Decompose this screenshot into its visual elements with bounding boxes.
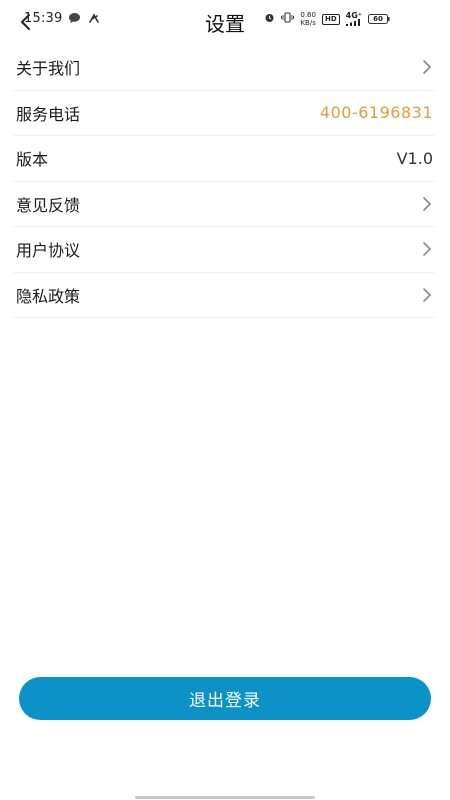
back-arrow-icon: [21, 14, 30, 30]
settings-item-label: 意见反馈: [16, 195, 81, 215]
network-type: 4G⁺: [345, 11, 362, 20]
settings-item-label: 隐私政策: [16, 286, 81, 306]
hd-badge: HD: [321, 13, 340, 25]
vibrate-icon: [281, 12, 295, 26]
chevron-right-icon: [423, 287, 431, 302]
chevron-right-icon: [423, 196, 431, 211]
logout-button[interactable]: 退出登录: [19, 677, 431, 720]
settings-item-privacy-policy[interactable]: 隐私政策: [13, 273, 435, 318]
net-speed: 0.60 KB/s: [300, 11, 316, 27]
settings-item-label: 版本: [16, 150, 49, 170]
battery-icon: 60: [368, 14, 390, 24]
signal-group: 4G⁺: [345, 11, 362, 26]
settings-item-label: 用户协议: [16, 241, 81, 261]
settings-item-about-us[interactable]: 关于我们: [13, 45, 435, 91]
back-button[interactable]: [14, 10, 38, 34]
net-speed-value: 0.60: [300, 11, 316, 19]
version-value: V1.0: [396, 148, 433, 168]
settings-item-service-phone[interactable]: 服务电话 400-6196831: [13, 91, 435, 136]
status-bar: 15:39 0.60 KB/s HD 4G⁺ 60: [0, 0, 450, 40]
net-speed-unit: KB/s: [300, 19, 316, 27]
service-phone-number[interactable]: 400-6196831: [320, 103, 433, 122]
signal-icon: [345, 19, 360, 26]
alarm-icon: [264, 12, 275, 26]
battery-level: 60: [373, 15, 383, 23]
settings-item-label: 关于我们: [16, 59, 81, 79]
settings-item-label: 服务电话: [16, 104, 81, 124]
notification-app-icon: [88, 12, 101, 28]
settings-screen: 15:39 0.60 KB/s HD 4G⁺ 60 设置 关于我们 服务电话 4…: [0, 0, 450, 800]
message-icon: [68, 12, 81, 28]
settings-item-version: 版本 V1.0: [13, 136, 435, 182]
home-indicator[interactable]: [135, 796, 315, 799]
status-right-group: 0.60 KB/s HD 4G⁺ 60: [264, 11, 390, 27]
chevron-right-icon: [423, 60, 431, 75]
settings-list: 关于我们 服务电话 400-6196831 版本 V1.0 意见反馈 用户协议 …: [13, 45, 435, 318]
chevron-right-icon: [423, 242, 431, 257]
settings-item-user-agreement[interactable]: 用户协议: [13, 227, 435, 273]
settings-item-feedback[interactable]: 意见反馈: [13, 182, 435, 227]
